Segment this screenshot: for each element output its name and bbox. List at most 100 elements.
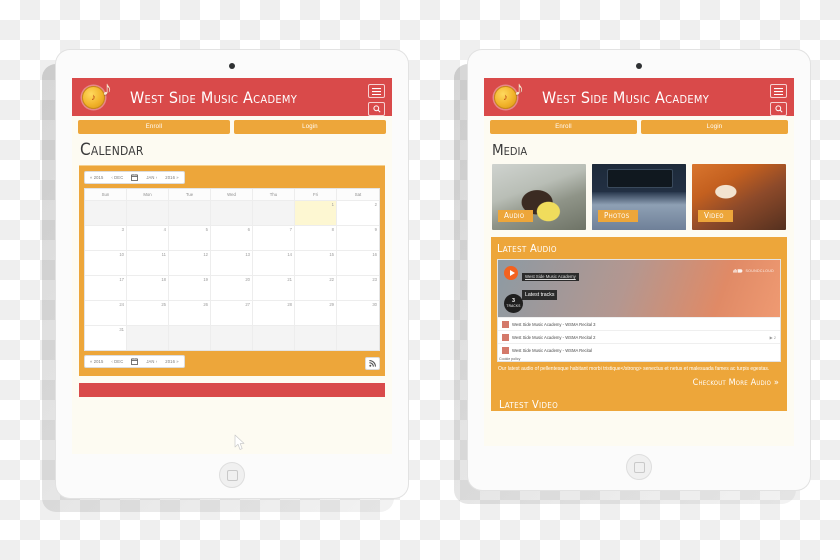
site-header-right: ♪ ♪ West Side Music Academy: [484, 78, 794, 116]
calendar-day-number: 5: [205, 227, 208, 232]
soundcloud-artist[interactable]: West Side Music Academy: [522, 272, 579, 281]
calendar-day-cell[interactable]: [253, 200, 295, 225]
track-thumbnail: [502, 346, 509, 354]
search-icon[interactable]: [368, 102, 385, 116]
calendar-day-number: 21: [287, 277, 292, 282]
tablet-device-left: ♪ ♪ West Side Music Academy Enroll Login: [42, 50, 408, 512]
prev-year-button-bottom[interactable]: « 2015: [87, 357, 106, 366]
home-button-right[interactable]: [626, 454, 652, 480]
soundcloud-player[interactable]: West Side Music Academy Latest tracks SO…: [497, 259, 781, 362]
calendar-icon-bottom[interactable]: [128, 357, 141, 366]
calendar-day-cell[interactable]: 26: [169, 300, 211, 325]
calendar-day-cell[interactable]: 20: [211, 275, 253, 300]
media-card-audio[interactable]: Audio: [492, 164, 586, 230]
soundcloud-artwork: West Side Music Academy Latest tracks SO…: [498, 260, 780, 317]
rss-feed-icon[interactable]: [365, 357, 380, 370]
enroll-button[interactable]: Enroll: [78, 120, 230, 134]
calendar-day-cell[interactable]: 1: [295, 200, 337, 225]
track-list-item[interactable]: West Side Music Academy - WSMA Recital: [498, 343, 780, 356]
calendar-day-cell[interactable]: [295, 325, 337, 350]
search-icon-right[interactable]: [770, 102, 787, 116]
calendar-day-cell[interactable]: [211, 200, 253, 225]
calendar-day-number: 14: [287, 252, 292, 257]
calendar-day-cell[interactable]: 18: [127, 275, 169, 300]
calendar-day-cell[interactable]: 22: [295, 275, 337, 300]
calendar-day-cell[interactable]: 4: [127, 225, 169, 250]
calendar-day-number: 8: [331, 227, 334, 232]
media-card-label: Audio: [498, 210, 534, 222]
login-button[interactable]: Login: [234, 120, 386, 134]
calendar-day-cell[interactable]: [169, 325, 211, 350]
track-list-item[interactable]: West Side Music Academy - WSMA Recital 2…: [498, 330, 780, 343]
calendar-day-cell[interactable]: [169, 200, 211, 225]
next-month-button-bottom[interactable]: JAN ›: [143, 357, 160, 366]
calendar-day-cell[interactable]: 7: [253, 225, 295, 250]
calendar-day-cell[interactable]: 3: [85, 225, 127, 250]
calendar-day-cell[interactable]: 23: [337, 275, 379, 300]
calendar-day-cell[interactable]: [127, 325, 169, 350]
calendar-day-cell[interactable]: 10: [85, 250, 127, 275]
calendar-day-cell[interactable]: 21: [253, 275, 295, 300]
home-button[interactable]: [219, 462, 245, 488]
calendar-day-number: 10: [119, 252, 124, 257]
prev-year-button[interactable]: « 2015: [87, 173, 106, 182]
media-card-photos[interactable]: Photos: [592, 164, 686, 230]
screen-left: ♪ ♪ West Side Music Academy Enroll Login: [72, 78, 392, 454]
prev-month-button-bottom[interactable]: ‹ DEC: [108, 357, 126, 366]
calendar-day-cell[interactable]: 13: [211, 250, 253, 275]
media-page-title: Media: [492, 141, 528, 159]
calendar-day-cell[interactable]: 17: [85, 275, 127, 300]
checkout-more-audio-link[interactable]: Checkout More Audio »: [497, 373, 781, 390]
track-play-count: ▶ 2: [769, 334, 776, 340]
track-count-label: TRACKS: [506, 303, 521, 308]
calendar-day-cell[interactable]: [253, 325, 295, 350]
play-button-icon[interactable]: [504, 266, 518, 280]
calendar-weekday: Thu: [253, 189, 295, 200]
camera-dot: [229, 63, 235, 69]
calendar-day-cell[interactable]: 25: [127, 300, 169, 325]
calendar-day-cell[interactable]: 16: [337, 250, 379, 275]
calendar-day-cell[interactable]: 11: [127, 250, 169, 275]
site-logo-right[interactable]: ♪ ♪: [494, 79, 526, 109]
track-list-item[interactable]: West Side Music Academy - WSMA Recital 3: [498, 317, 780, 330]
site-logo[interactable]: ♪ ♪: [82, 79, 114, 109]
prev-month-button[interactable]: ‹ DEC: [108, 173, 126, 182]
header-tools: [368, 84, 385, 116]
next-month-button[interactable]: JAN ›: [143, 173, 160, 182]
calendar-day-cell[interactable]: 24: [85, 300, 127, 325]
camera-dot-right: [636, 63, 642, 69]
hamburger-menu-icon[interactable]: [368, 84, 385, 98]
hamburger-menu-icon-right[interactable]: [770, 84, 787, 98]
calendar-day-cell[interactable]: 15: [295, 250, 337, 275]
calendar-day-cell[interactable]: 6: [211, 225, 253, 250]
calendar-day-cell[interactable]: 28: [253, 300, 295, 325]
calendar-day-cell[interactable]: 8: [295, 225, 337, 250]
calendar-day-cell[interactable]: 30: [337, 300, 379, 325]
track-count-badge: 3 TRACKS: [504, 294, 523, 313]
calendar-icon[interactable]: [128, 173, 141, 182]
next-year-button-bottom[interactable]: 2016 »: [162, 357, 181, 366]
cookie-policy-link[interactable]: Cookie policy: [498, 356, 780, 361]
calendar-day-cell[interactable]: [337, 325, 379, 350]
calendar-day-cell[interactable]: 27: [211, 300, 253, 325]
calendar-day-cell[interactable]: 5: [169, 225, 211, 250]
badge-inner-note: ♪: [91, 92, 96, 102]
calendar-day-cell[interactable]: 19: [169, 275, 211, 300]
site-title: West Side Music Academy: [130, 87, 298, 107]
calendar-day-cell[interactable]: 9: [337, 225, 379, 250]
calendar-day-cell[interactable]: 2: [337, 200, 379, 225]
calendar-day-number: 25: [161, 302, 166, 307]
calendar-day-number: 27: [245, 302, 250, 307]
calendar-day-cell[interactable]: 29: [295, 300, 337, 325]
next-year-button[interactable]: 2016 »: [162, 173, 181, 182]
calendar-day-cell[interactable]: [85, 200, 127, 225]
login-button-right[interactable]: Login: [641, 120, 788, 134]
enroll-button-right[interactable]: Enroll: [490, 120, 637, 134]
calendar-day-cell[interactable]: [211, 325, 253, 350]
media-card-video[interactable]: Video: [692, 164, 786, 230]
calendar-day-cell[interactable]: 12: [169, 250, 211, 275]
calendar-day-cell[interactable]: 14: [253, 250, 295, 275]
calendar-day-cell[interactable]: 31: [85, 325, 127, 350]
calendar-day-cell[interactable]: [127, 200, 169, 225]
calendar-day-number: 3: [121, 227, 124, 232]
